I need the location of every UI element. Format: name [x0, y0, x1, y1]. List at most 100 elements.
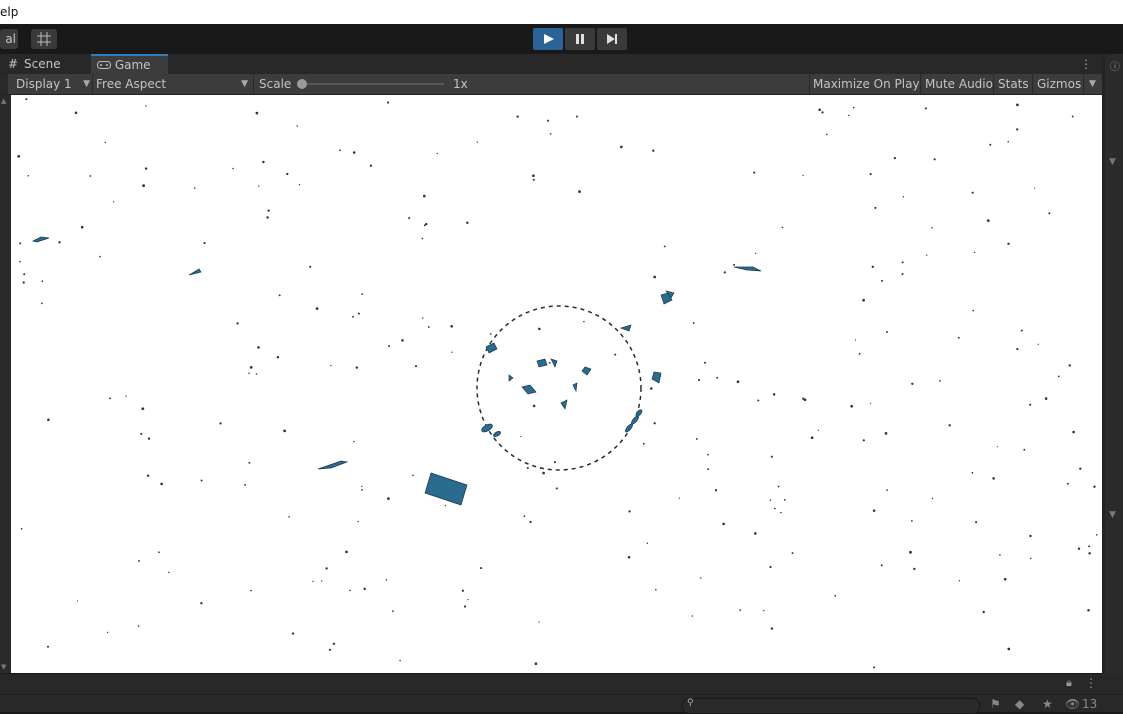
particle: [902, 196, 905, 198]
particle: [423, 224, 426, 227]
particle: [80, 225, 84, 229]
particle: [353, 440, 355, 443]
particle: [104, 141, 107, 144]
particle: [255, 111, 259, 115]
maximize-on-play-toggle[interactable]: Maximize On Play: [813, 74, 920, 94]
particle: [141, 407, 145, 411]
particle: [232, 167, 234, 170]
display-dropdown[interactable]: Display 1 ▼: [16, 74, 90, 94]
particle: [369, 164, 373, 167]
particle: [757, 399, 760, 402]
particle: [106, 631, 109, 634]
particle: [1029, 557, 1032, 560]
grid-snap-button[interactable]: [31, 29, 57, 49]
particle: [219, 422, 222, 425]
particle: [476, 141, 478, 143]
layers-dropdown[interactable]: al: [0, 29, 18, 49]
particle: [1020, 329, 1023, 332]
info-icon[interactable]: ⓘ: [1110, 58, 1120, 73]
particle: [1029, 403, 1032, 406]
tab-scene[interactable]: # Scene: [8, 54, 100, 74]
particle: [989, 143, 992, 146]
particle: [901, 273, 904, 276]
particle: [489, 333, 492, 335]
scroll-down-icon[interactable]: ▼: [1, 663, 6, 671]
particle: [1007, 647, 1011, 651]
particle: [427, 326, 430, 328]
scale-value: 1x: [453, 77, 468, 91]
particle: [707, 468, 710, 471]
pause-icon: [576, 34, 584, 44]
play-button[interactable]: [533, 28, 563, 50]
particle: [532, 178, 535, 181]
particle: [526, 466, 529, 470]
particle: [361, 489, 363, 491]
particle: [926, 254, 928, 256]
scroll-up-icon[interactable]: ▲: [1, 97, 6, 105]
particle: [355, 366, 359, 369]
stats-toggle[interactable]: Stats: [998, 74, 1029, 94]
lock-icon[interactable]: 🔒︎: [1066, 676, 1072, 690]
chevron-down-icon[interactable]: ▼: [1089, 79, 1096, 89]
particle: [168, 571, 170, 574]
particle: [534, 662, 538, 666]
aspect-dropdown[interactable]: Free Aspect ▼: [96, 74, 250, 94]
hidden-count: 13: [1082, 697, 1098, 711]
particle: [913, 567, 916, 571]
label-icon[interactable]: ◆: [1015, 697, 1024, 711]
particle: [144, 167, 148, 170]
particle: [388, 345, 391, 348]
particle: [41, 302, 43, 305]
gizmos-toggle[interactable]: Gizmos: [1037, 74, 1081, 94]
particle: [886, 330, 888, 333]
step-button[interactable]: [597, 28, 627, 50]
particle: [1095, 533, 1098, 536]
more-options-icon[interactable]: ⋮: [1085, 676, 1097, 690]
collapse-arrow-icon[interactable]: ▼: [1109, 157, 1116, 167]
scene-grid-icon: #: [8, 57, 19, 71]
particle: [874, 206, 877, 209]
particle: [41, 280, 44, 282]
particle: [753, 171, 756, 174]
mute-audio-toggle[interactable]: Mute Audio: [925, 74, 993, 94]
particle: [267, 209, 270, 212]
favorite-icon[interactable]: ★: [1042, 697, 1053, 711]
particle: [614, 353, 617, 356]
particle: [723, 271, 726, 274]
particle: [138, 559, 140, 562]
particle: [47, 418, 50, 422]
particle: [854, 339, 857, 341]
collapse-arrow-icon[interactable]: ▼: [1109, 510, 1116, 520]
scale-slider-track[interactable]: [304, 83, 444, 85]
search-input[interactable]: ⚲: [682, 698, 980, 714]
particle: [652, 149, 655, 152]
particle: [158, 551, 160, 554]
particle: [996, 446, 998, 448]
particle: [1007, 242, 1010, 246]
particle: [810, 436, 814, 440]
particle: [520, 435, 522, 438]
tab-game[interactable]: Game: [91, 54, 168, 74]
particle: [884, 432, 888, 435]
particle: [542, 471, 545, 475]
search-icon: ⚲: [687, 698, 694, 708]
menu-help[interactable]: elp: [0, 5, 18, 19]
particle: [147, 437, 151, 440]
scale-slider-handle[interactable]: [297, 79, 307, 89]
particle: [330, 364, 332, 367]
particle: [880, 564, 883, 567]
particle: [262, 160, 265, 164]
particle: [700, 577, 702, 579]
particle: [663, 245, 666, 248]
pause-button[interactable]: [565, 28, 595, 50]
tab-strip: # Scene Game ⋮: [0, 54, 1102, 74]
more-options-icon[interactable]: ⋮: [1080, 57, 1092, 71]
particle: [17, 155, 21, 158]
particle: [387, 101, 390, 104]
filter-type-icon[interactable]: ⚑: [990, 697, 1001, 711]
game-viewport[interactable]: [11, 95, 1102, 673]
block-g: [550, 358, 558, 368]
particle: [763, 609, 765, 612]
particle: [257, 346, 260, 349]
hidden-eye-icon[interactable]: 👁︎: [1065, 697, 1080, 711]
